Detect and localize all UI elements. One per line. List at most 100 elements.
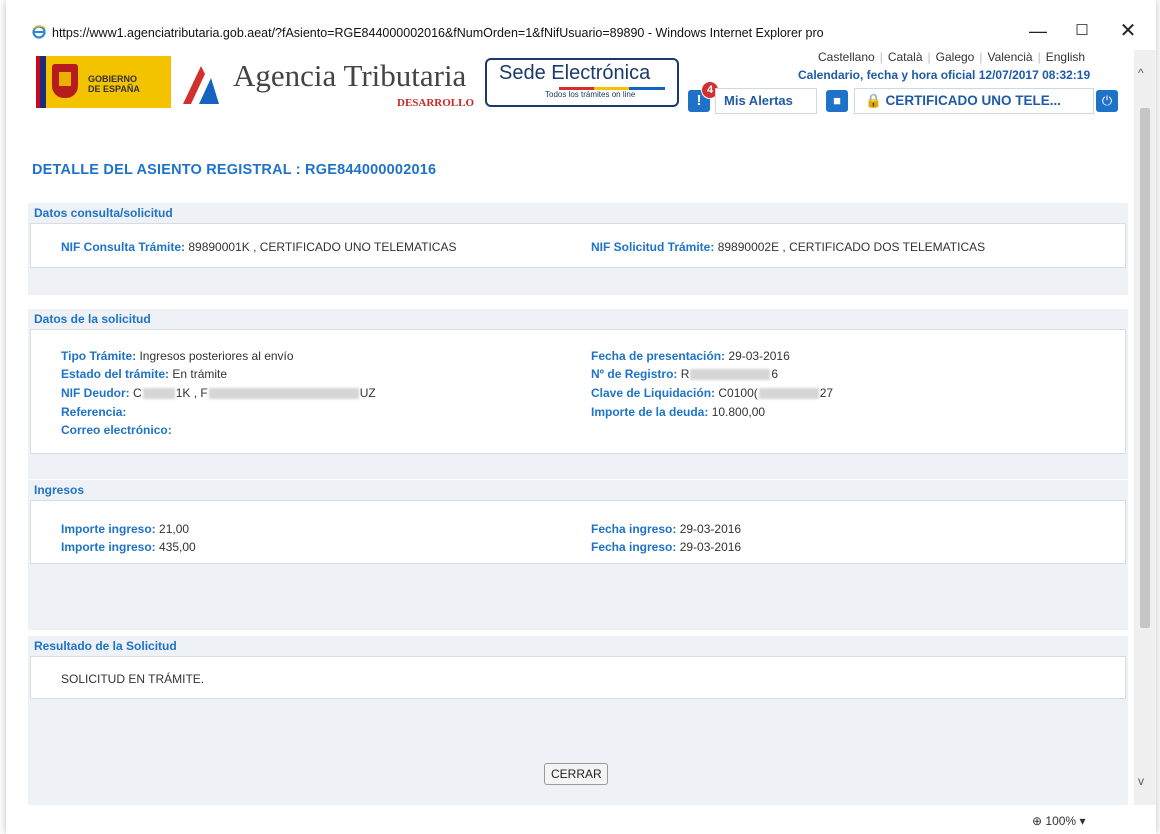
scroll-thumb[interactable] [1140, 108, 1150, 628]
user-icon[interactable]: ■ [826, 90, 848, 112]
scroll-down-arrow-icon[interactable]: v [1138, 774, 1144, 788]
clave-part-a: C0100( [718, 386, 758, 400]
registro-part-b: 6 [771, 367, 779, 381]
nif-consulta-label: NIF Consulta Trámite: [61, 240, 186, 254]
separator: | [927, 50, 931, 64]
user-certificate-button[interactable]: 🔒 CERTIFICADO UNO TELE... [854, 88, 1094, 114]
brand-environment: DESARROLLO [397, 97, 475, 109]
nif-deudor-field: NIF Deudor: C 1K , F UZ [61, 386, 376, 400]
lang-catala[interactable]: Català [888, 50, 923, 64]
brand-title: Agencia Tributaria [233, 58, 467, 93]
clave-part-b: 27 [819, 386, 834, 400]
importe-ingreso-field: Importe ingreso: 435,00 [61, 540, 196, 554]
sede-word: Sede [499, 62, 546, 84]
fecha-ingreso-value: 29-03-2016 [679, 540, 742, 554]
referencia-label: Referencia: [61, 405, 127, 419]
fecha-ingreso-label: Fecha ingreso: [591, 522, 677, 536]
registro-field: Nº de Registro: R 6 [591, 367, 778, 381]
window-title: https://www1.agenciatributaria.gob.aeat/… [52, 26, 824, 40]
nif-deudor-part-b: 1K , F [175, 386, 208, 400]
section-header-ingresos: Ingresos [28, 480, 1128, 500]
browser-window: https://www1.agenciatributaria.gob.aeat/… [6, 0, 1156, 834]
fecha-presentacion-value: 29-03-2016 [728, 349, 790, 363]
importe-ingreso-field: Importe ingreso: 21,00 [61, 522, 189, 536]
importe-deuda-field: Importe de la deuda: 10.800,00 [591, 405, 765, 419]
title-bar: https://www1.agenciatributaria.gob.aeat/… [6, 0, 1156, 42]
gobierno-text: GOBIERNO DE ESPAÑA [88, 74, 140, 94]
nif-deudor-label: NIF Deudor: [61, 386, 130, 400]
sede-tagline: Todos los trámites on line [545, 90, 636, 99]
close-window-button[interactable]: ✕ [1114, 20, 1142, 42]
lang-castellano[interactable]: Castellano [818, 50, 875, 64]
importe-ingreso-value: 435,00 [159, 540, 196, 554]
fecha-presentacion-field: Fecha de presentación: 29-03-2016 [591, 349, 790, 363]
coat-of-arms-icon [52, 64, 78, 98]
importe-deuda-label: Importe de la deuda: [591, 405, 709, 419]
gob-line1: GOBIERNO [88, 74, 138, 84]
zoom-icon: ⊕ [1032, 814, 1043, 828]
tipo-tramite-label: Tipo Trámite: [61, 349, 137, 363]
fecha-ingreso-field: Fecha ingreso: 29-03-2016 [591, 522, 741, 536]
chevron-down-icon[interactable]: ▾ [1079, 814, 1085, 828]
fecha-ingreso-value: 29-03-2016 [679, 522, 742, 536]
redacted-text [690, 369, 771, 381]
estado-tramite-value: En trámite [172, 367, 228, 381]
section-header-resultado: Resultado de la Solicitud [28, 636, 1128, 656]
nif-deudor-part-c: UZ [359, 386, 376, 400]
nif-solicitud-field: NIF Solicitud Trámite: 89890002E , CERTI… [591, 240, 985, 254]
correo-field: Correo electrónico: [61, 423, 172, 437]
separator: | [979, 50, 983, 64]
nif-deudor-part-a: C [133, 386, 142, 400]
sede-title: Sede Electrónica [499, 62, 650, 85]
nif-consulta-field: NIF Consulta Trámite: 89890001K , CERTIF… [61, 240, 456, 254]
cerrar-button[interactable]: CERRAR [544, 763, 608, 785]
importe-ingreso-label: Importe ingreso: [61, 540, 156, 554]
zoom-control[interactable]: ⊕ 100% ▾ [1032, 814, 1085, 828]
section-resultado-box: SOLICITUD EN TRÁMITE. [30, 656, 1126, 699]
gob-line2: DE ESPAÑA [88, 84, 140, 94]
nif-consulta-value: 89890001K , CERTIFICADO UNO TELEMATICAS [188, 240, 457, 254]
lang-valencia[interactable]: Valencià [987, 50, 1032, 64]
minimize-button[interactable]: — [1024, 20, 1052, 42]
electronica-word: Electrónica [551, 62, 651, 84]
agencia-tributaria-logo-icon[interactable] [181, 56, 221, 108]
zoom-level: 100% [1045, 814, 1077, 828]
sede-electronica-logo[interactable]: Sede Electrónica Todos los trámites on l… [485, 58, 679, 107]
redacted-text [208, 388, 359, 400]
referencia-field: Referencia: [61, 405, 126, 419]
fecha-ingreso-label: Fecha ingreso: [591, 540, 677, 554]
eu-stripe [40, 56, 46, 108]
resultado-text: SOLICITUD EN TRÁMITE. [61, 672, 205, 686]
registro-part-a: R [680, 367, 690, 381]
mis-alertas-button[interactable]: Mis Alertas [715, 88, 817, 114]
clave-liquidacion-field: Clave de Liquidación: C0100(27 [591, 386, 833, 400]
lang-english[interactable]: English [1046, 50, 1085, 64]
registro-label: Nº de Registro: [591, 367, 678, 381]
redacted-text [758, 388, 819, 400]
separator: | [1037, 50, 1041, 64]
section-ingresos-box: Importe ingreso: 21,00 Fecha ingreso: 29… [30, 500, 1126, 564]
maximize-button[interactable]: ☐ [1068, 20, 1096, 42]
fecha-ingreso-field: Fecha ingreso: 29-03-2016 [591, 540, 741, 554]
tipo-tramite-field: Tipo Trámite: Ingresos posteriores al en… [61, 349, 294, 363]
section-header-consulta: Datos consulta/solicitud [28, 203, 1128, 223]
status-bar: ⊕ 100% ▾ [6, 805, 1156, 834]
fecha-presentacion-label: Fecha de presentación: [591, 349, 726, 363]
estado-tramite-label: Estado del trámite: [61, 367, 170, 381]
nif-solicitud-label: NIF Solicitud Trámite: [591, 240, 715, 254]
separator: | [879, 50, 883, 64]
page-viewport: GOBIERNO DE ESPAÑA Agencia Tributaria DE… [28, 50, 1133, 805]
language-bar: Castellano | Català | Galego | Valencià | Englis… [818, 50, 1085, 64]
gobierno-espana-logo[interactable]: GOBIERNO DE ESPAÑA [36, 56, 171, 108]
official-date-link[interactable]: Calendario, fecha y hora oficial 12/07/2… [798, 68, 1090, 82]
power-logout-icon[interactable]: ⏻ [1096, 90, 1118, 112]
vertical-scrollbar[interactable]: ^ v [1134, 50, 1156, 805]
section-consulta-box: NIF Consulta Trámite: 89890001K , CERTIF… [30, 223, 1126, 268]
lang-galego[interactable]: Galego [936, 50, 975, 64]
internet-explorer-icon [32, 25, 46, 39]
estado-tramite-field: Estado del trámite: En trámite [61, 367, 227, 381]
importe-deuda-value: 10.800,00 [711, 405, 766, 419]
scroll-up-arrow-icon[interactable]: ^ [1138, 66, 1144, 80]
section-solicitud-box: Tipo Trámite: Ingresos posteriores al en… [30, 329, 1126, 454]
importe-ingreso-label: Importe ingreso: [61, 522, 156, 536]
